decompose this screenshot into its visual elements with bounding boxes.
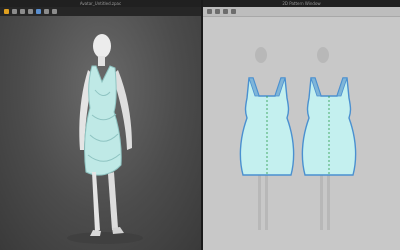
garment-dress-3d	[84, 65, 122, 176]
3d-viewport[interactable]: Avatar_Untitled.zpac	[0, 0, 201, 250]
pattern-piece-back[interactable]	[301, 77, 357, 176]
avatar-head	[93, 34, 111, 58]
2d-pattern-window[interactable]: 2D Pattern Window	[203, 0, 400, 250]
avatar-left-leg	[92, 172, 100, 232]
avatar-3d-scene[interactable]	[0, 0, 201, 250]
pattern-canvas[interactable]	[203, 0, 400, 250]
clo-app-window: Avatar_Untitled.zpac 2D Pattern Window	[0, 0, 400, 250]
pattern-piece-front[interactable]	[239, 77, 295, 176]
avatar-right-leg	[108, 172, 118, 230]
